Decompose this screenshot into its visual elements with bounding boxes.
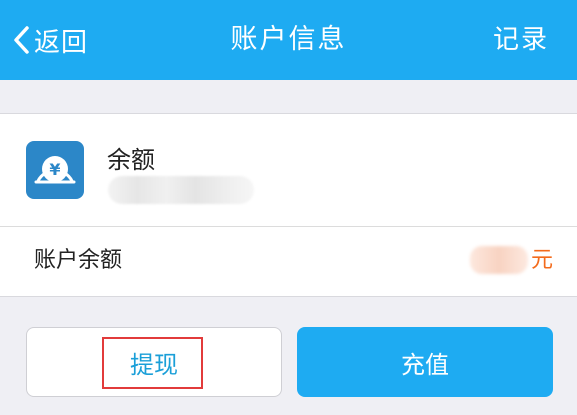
page-title: 账户信息: [230, 24, 347, 55]
account-balance-label: 账户余额: [34, 248, 123, 273]
svg-text:¥: ¥: [49, 160, 60, 179]
top-nav-bar: 返回 账户信息 记录: [0, 0, 577, 80]
withdraw-label: 提现: [130, 350, 178, 379]
records-button[interactable]: 记录: [493, 0, 549, 80]
yen-coin-icon: ¥: [26, 141, 84, 199]
balance-title: 余额: [107, 146, 155, 174]
blurred-amount: [108, 176, 254, 204]
balance-card: ¥ 余额 账户余额 元: [0, 113, 577, 297]
currency-unit: 元: [530, 248, 553, 273]
blurred-account-balance: [470, 246, 528, 274]
recharge-label: 充值: [401, 350, 449, 379]
withdraw-button[interactable]: 提现: [26, 327, 282, 397]
recharge-button[interactable]: 充值: [297, 327, 553, 397]
account-info-screen: 返回 账户信息 记录 ¥ 余额 账户余额 元 提现 充值: [0, 0, 577, 415]
